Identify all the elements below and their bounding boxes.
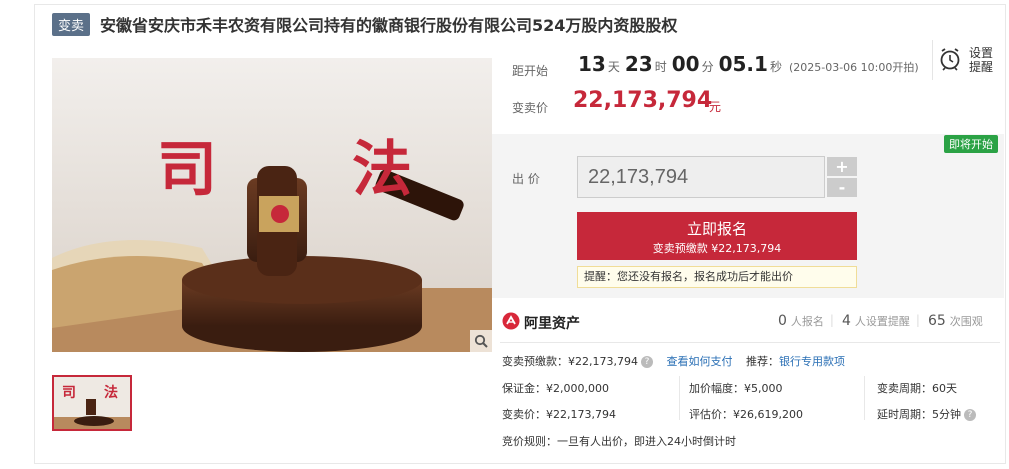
sale-price-label: 变卖价 <box>512 101 549 115</box>
auction-header: 变卖 安徽省安庆市禾丰农资有限公司持有的徽商银行股份有限公司524万股内资股股权 <box>52 10 677 38</box>
reminder-count-unit: 人设置提醒 <box>854 315 910 328</box>
signup-title: 立即报名 <box>686 220 747 238</box>
bid-rule: 竞价规则：一旦有人出价，即进入24小时倒计时 <box>502 435 736 448</box>
view-count: 65 <box>927 313 946 329</box>
countdown-seconds: 05.1 <box>718 52 768 76</box>
sale-price-unit: 元 <box>709 100 722 114</box>
decrease-bid-button[interactable]: - <box>827 178 857 197</box>
countdown-hours: 23 <box>624 52 653 76</box>
help-icon[interactable]: ? <box>964 409 976 421</box>
bid-label: 出 价 <box>512 172 540 186</box>
section-divider <box>500 342 1000 343</box>
stats-divider: | <box>915 313 920 327</box>
countdown-label: 距开始 <box>512 64 549 78</box>
how-to-pay-link[interactable]: 查看如何支付 <box>666 355 732 368</box>
signup-count: 0 <box>778 313 787 329</box>
hero-char-2: 法 <box>352 135 412 205</box>
ali-assets-logo-icon <box>502 312 520 333</box>
status-badge: 即将开始 <box>944 135 998 153</box>
thumbnail-1[interactable]: 司 法 <box>52 375 132 431</box>
set-reminder-button[interactable]: 设置提醒 <box>932 40 1002 80</box>
auction-title: 安徽省安庆市禾丰农资有限公司持有的徽商银行股份有限公司524万股内资股股权 <box>100 16 678 35</box>
help-icon[interactable]: ? <box>640 356 653 368</box>
recommend-label: 推荐： <box>745 355 779 368</box>
sale-price-value: 22,173,794 <box>573 88 713 113</box>
minutes-unit: 分 <box>701 60 714 74</box>
countdown-minutes: 00 <box>671 52 700 76</box>
seconds-unit: 秒 <box>769 60 782 74</box>
signup-count-unit: 人报名 <box>790 315 824 328</box>
signup-button[interactable]: 立即报名 变卖预缴款 ¥22,173,794 <box>577 212 857 260</box>
thumb-char-2: 法 <box>104 384 118 401</box>
auction-stats: 0 人报名 | 4 人设置提醒 | 65 次围观 <box>770 313 989 329</box>
countdown-days: 13 <box>578 52 606 76</box>
bid-amount-input[interactable]: 22,173,794 <box>577 156 825 198</box>
increment-info: 加价幅度：¥5,000 <box>689 382 783 395</box>
start-time-note: (2025-03-06 10:00开拍) <box>788 61 919 74</box>
hours-unit: 时 <box>654 60 667 74</box>
countdown-timer: 13 天 23 时 00 分 05.1 秒 (2025-03-06 10:00开拍) <box>578 52 919 76</box>
hero-char-1: 司 <box>157 135 217 205</box>
reminder-count: 4 <box>841 313 851 329</box>
zoom-icon[interactable] <box>470 330 492 352</box>
column-divider <box>679 376 680 420</box>
thumb-char-1: 司 <box>62 385 76 401</box>
margin-info: 保证金：¥2,000,000 <box>502 382 609 395</box>
platform-name: 阿里资产 <box>524 315 580 332</box>
bank-account-link[interactable]: 银行专用款项 <box>779 355 845 368</box>
cycle-info: 变卖周期：60天 <box>877 382 957 395</box>
deposit-row: 变卖预缴款：¥22,173,794? 查看如何支付 推荐：银行专用款项 <box>502 353 845 369</box>
increase-bid-button[interactable]: + <box>827 157 857 176</box>
delay-info: 延时周期：5分钟? <box>877 406 976 422</box>
stats-divider: | <box>829 313 834 327</box>
alarm-clock-icon <box>939 47 961 74</box>
assessed-price-info: 评估价：¥26,619,200 <box>689 408 803 421</box>
sale-price-info: 变卖价：¥22,173,794 <box>502 408 616 421</box>
sale-type-tag: 变卖 <box>52 12 91 36</box>
signup-subtitle: 变卖预缴款 ¥22,173,794 <box>652 242 782 255</box>
delay-text: 延时周期：5分钟 <box>877 408 961 421</box>
view-count-unit: 次围观 <box>949 315 983 328</box>
signup-reminder-tip: 提醒：您还没有报名，报名成功后才能出价 <box>577 266 857 288</box>
main-image[interactable]: 司 法 <box>52 58 492 352</box>
set-reminder-label: 设置提醒 <box>969 46 994 74</box>
days-unit: 天 <box>607 60 620 74</box>
deposit-amount: 变卖预缴款：¥22,173,794 <box>502 355 638 368</box>
platform-brand: 阿里资产 <box>502 312 580 333</box>
column-divider <box>864 376 865 420</box>
